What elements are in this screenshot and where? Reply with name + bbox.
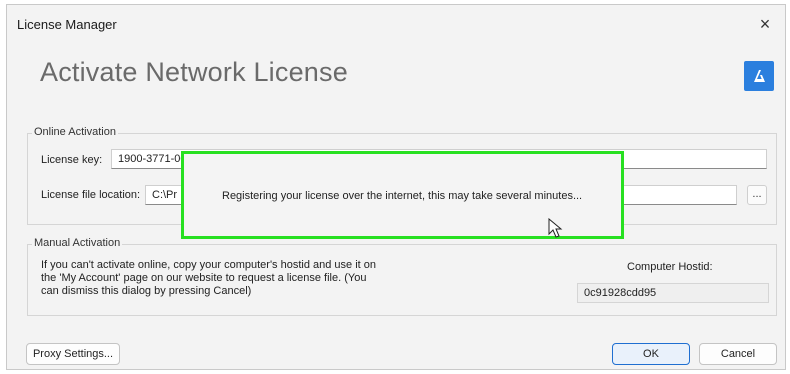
browse-button[interactable]: ... <box>747 185 767 205</box>
computer-hostid-field[interactable]: 0c91928cdd95 <box>577 283 769 303</box>
manual-activation-legend: Manual Activation <box>32 237 123 249</box>
close-icon[interactable]: × <box>755 14 775 34</box>
computer-hostid-label: Computer Hostid: <box>627 261 713 273</box>
cancel-button[interactable]: Cancel <box>699 343 777 365</box>
window-title: License Manager <box>17 17 117 32</box>
mouse-pointer-icon <box>548 218 563 238</box>
license-file-location-label: License file location: <box>41 189 141 201</box>
license-key-label: License key: <box>41 154 103 166</box>
registration-message: Registering your license over the intern… <box>222 190 583 202</box>
manual-activation-description: If you can't activate online, copy your … <box>41 259 377 297</box>
online-activation-legend: Online Activation <box>32 126 118 138</box>
proxy-settings-button[interactable]: Proxy Settings... <box>26 343 120 365</box>
ok-button[interactable]: OK <box>612 343 690 365</box>
page-title: Activate Network License <box>40 57 348 87</box>
bricscad-logo-icon <box>744 61 774 91</box>
logo-glyph <box>754 70 765 82</box>
title-bar: License Manager × <box>7 5 785 43</box>
